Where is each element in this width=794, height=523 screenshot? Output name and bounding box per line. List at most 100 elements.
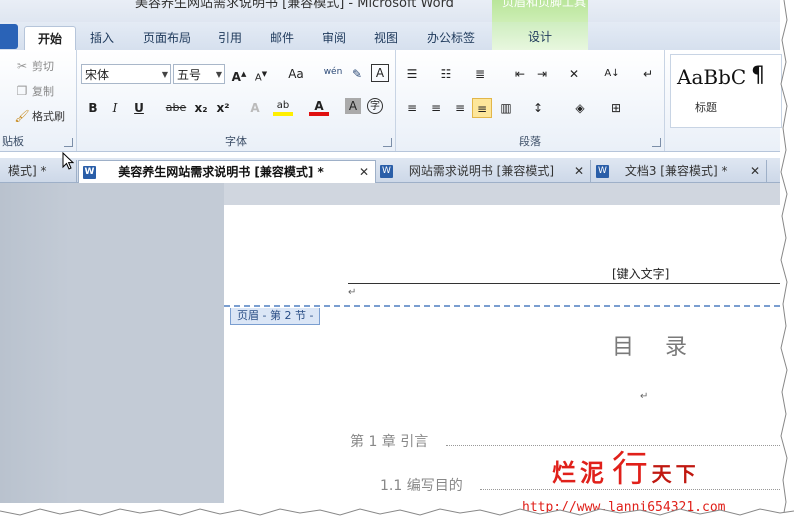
increase-indent-icon[interactable]: ⇥ bbox=[532, 64, 552, 84]
tab-view[interactable]: 视图 bbox=[364, 26, 408, 50]
grow-font-button[interactable]: A▲ bbox=[229, 64, 249, 84]
context-tab-group: 页眉和页脚工具 bbox=[492, 0, 588, 22]
distributed-icon[interactable]: ▥ bbox=[496, 98, 516, 118]
clipboard-group: ✂ 剪切 ❐ 复制 🖌 格式刷 贴板 bbox=[0, 50, 77, 151]
close-icon[interactable]: ✕ bbox=[359, 161, 369, 183]
header-section-tag: 页眉 - 第 2 节 - bbox=[230, 308, 321, 325]
torn-edge-bottom bbox=[0, 508, 794, 523]
close-icon[interactable]: ✕ bbox=[574, 160, 584, 182]
word-doc-icon: W bbox=[596, 165, 609, 178]
header-placeholder[interactable]: [键入文字] bbox=[612, 265, 669, 282]
format-painter-label: 格式刷 bbox=[32, 110, 65, 123]
align-right-icon[interactable]: ≡ bbox=[450, 98, 470, 118]
sort-icon[interactable]: A↓ bbox=[602, 64, 622, 84]
style-sample-2: ¶ bbox=[751, 63, 765, 88]
underline-button[interactable]: U bbox=[129, 98, 149, 118]
font-size-value: 五号 bbox=[177, 68, 202, 82]
decrease-indent-icon[interactable]: ⇤ bbox=[510, 64, 530, 84]
doc-tab-2[interactable]: W 美容养生网站需求说明书 [兼容模式] * ✕ bbox=[78, 160, 376, 183]
phonetic-guide-icon[interactable]: wén bbox=[323, 62, 343, 82]
style-sample: AaBbC bbox=[677, 65, 747, 89]
change-case-icon: Aa bbox=[288, 67, 304, 81]
numbering-icon[interactable]: ☷ bbox=[436, 64, 456, 84]
align-center-icon[interactable]: ≡ bbox=[426, 98, 446, 118]
torn-edge-right bbox=[780, 0, 794, 523]
format-painter-button[interactable]: 🖌 格式刷 bbox=[14, 108, 65, 124]
borders-icon[interactable]: ⊞ bbox=[606, 98, 626, 118]
bullets-icon[interactable]: ☰ bbox=[402, 64, 422, 84]
strikethrough-button[interactable]: abe bbox=[163, 98, 189, 118]
mouse-pointer-icon bbox=[62, 152, 74, 170]
font-group-label: 字体 bbox=[225, 135, 247, 148]
line-spacing-icon[interactable]: ↕ bbox=[528, 98, 548, 118]
justify-icon[interactable]: ≡ bbox=[472, 98, 492, 118]
italic-button[interactable]: I bbox=[105, 98, 125, 118]
cut-button[interactable]: ✂ 剪切 bbox=[14, 58, 54, 74]
shrink-font-icon: A bbox=[254, 72, 262, 84]
watermark: 烂泥 行 天下 bbox=[552, 440, 700, 492]
title-bar: 美容养生网站需求说明书 [兼容模式] - Microsoft Word 页眉和页… bbox=[0, 0, 780, 22]
superscript-button[interactable]: x² bbox=[213, 98, 233, 118]
doc-tab-4[interactable]: W 文档3 [兼容模式] * ✕ bbox=[592, 160, 767, 182]
multilevel-list-icon[interactable]: ≣ bbox=[470, 64, 490, 84]
word-doc-icon: W bbox=[380, 165, 393, 178]
text-effects-icon[interactable]: A bbox=[245, 98, 265, 118]
watermark-text-b: 行 bbox=[611, 449, 648, 490]
word-window: 美容养生网站需求说明书 [兼容模式] - Microsoft Word 页眉和页… bbox=[0, 0, 794, 523]
doc-tab-1-label: 模式] * bbox=[8, 164, 47, 178]
brush-icon: 🖌 bbox=[14, 109, 30, 123]
change-case-button[interactable]: Aa bbox=[283, 64, 309, 84]
tab-references[interactable]: 引用 bbox=[208, 26, 252, 50]
grow-font-icon: A bbox=[231, 70, 241, 84]
font-size-combo[interactable]: 五号 ▼ bbox=[173, 64, 225, 84]
style-sample-label: 标题 bbox=[695, 101, 717, 114]
paragraph-mark-icon: ↵ bbox=[348, 287, 357, 298]
char-border-icon[interactable]: A bbox=[371, 64, 389, 82]
shading-icon[interactable]: ◈ bbox=[570, 98, 590, 118]
tab-insert[interactable]: 插入 bbox=[80, 26, 124, 50]
font-color-button[interactable]: A bbox=[309, 96, 329, 116]
tab-design[interactable]: 设计 bbox=[492, 22, 588, 50]
chevron-down-icon: ▼ bbox=[161, 70, 168, 79]
copy-button[interactable]: ❐ 复制 bbox=[14, 83, 54, 99]
font-name-combo[interactable]: 宋体 ▼ bbox=[81, 64, 171, 84]
header-boundary bbox=[224, 305, 780, 307]
paragraph-group: ☰ ☷ ≣ ⇤ ⇥ ✕ A↓ ↵ ≡ ≡ ≡ ≡ ▥ ↕ ◈ ⊞ 段落 bbox=[396, 50, 665, 151]
toc-entry[interactable]: 1.1 编写目的 bbox=[380, 475, 463, 495]
copy-icon: ❐ bbox=[16, 84, 28, 98]
paragraph-launcher-icon[interactable] bbox=[652, 138, 661, 147]
ribbon: ✂ 剪切 ❐ 复制 🖌 格式刷 贴板 宋体 ▼ 五号 ▼ A▲ A▼ Aa wé… bbox=[0, 50, 782, 152]
file-button[interactable] bbox=[0, 24, 18, 49]
align-left-icon[interactable]: ≡ bbox=[402, 98, 422, 118]
word-doc-icon: W bbox=[83, 166, 96, 179]
styles-gallery[interactable]: AaBbC 标题 ¶ bbox=[670, 54, 782, 128]
left-shade bbox=[0, 183, 70, 503]
toc-entry[interactable]: 第 1 章 引言 bbox=[350, 431, 428, 451]
enclose-char-icon[interactable]: 字 bbox=[367, 98, 383, 114]
scissors-icon: ✂ bbox=[16, 59, 28, 73]
tab-page-layout[interactable]: 页面布局 bbox=[132, 26, 202, 50]
toc-title: 目 录 bbox=[612, 335, 699, 360]
close-icon[interactable]: ✕ bbox=[750, 160, 760, 182]
copy-label: 复制 bbox=[32, 85, 54, 98]
tab-mailings[interactable]: 邮件 bbox=[260, 26, 304, 50]
clipboard-launcher-icon[interactable] bbox=[64, 138, 73, 147]
shrink-font-button[interactable]: A▼ bbox=[251, 64, 271, 84]
header-underline bbox=[348, 283, 780, 284]
subscript-button[interactable]: x₂ bbox=[191, 98, 211, 118]
ribbon-tab-row: 开始 插入 页面布局 引用 邮件 审阅 视图 办公标签 设计 bbox=[0, 22, 780, 51]
bold-button[interactable]: B bbox=[83, 98, 103, 118]
highlight-color-icon[interactable]: ab bbox=[273, 96, 293, 116]
paragraph-mark-icon: ↵ bbox=[640, 391, 649, 402]
tab-home[interactable]: 开始 bbox=[24, 26, 76, 51]
clear-format-icon[interactable]: ✎ bbox=[347, 64, 367, 84]
watermark-text-a: 烂泥 bbox=[552, 458, 608, 487]
tab-office-tabs[interactable]: 办公标签 bbox=[416, 26, 486, 50]
doc-tab-3[interactable]: W 网站需求说明书 [兼容模式] ✕ bbox=[376, 160, 591, 182]
char-shading-icon[interactable]: A bbox=[345, 98, 361, 114]
font-launcher-icon[interactable] bbox=[383, 138, 392, 147]
chevron-down-icon: ▼ bbox=[215, 70, 222, 79]
tab-review[interactable]: 审阅 bbox=[312, 26, 356, 50]
show-marks-icon[interactable]: ↵ bbox=[638, 64, 658, 84]
chinese-layout-icon[interactable]: ✕ bbox=[564, 64, 584, 84]
